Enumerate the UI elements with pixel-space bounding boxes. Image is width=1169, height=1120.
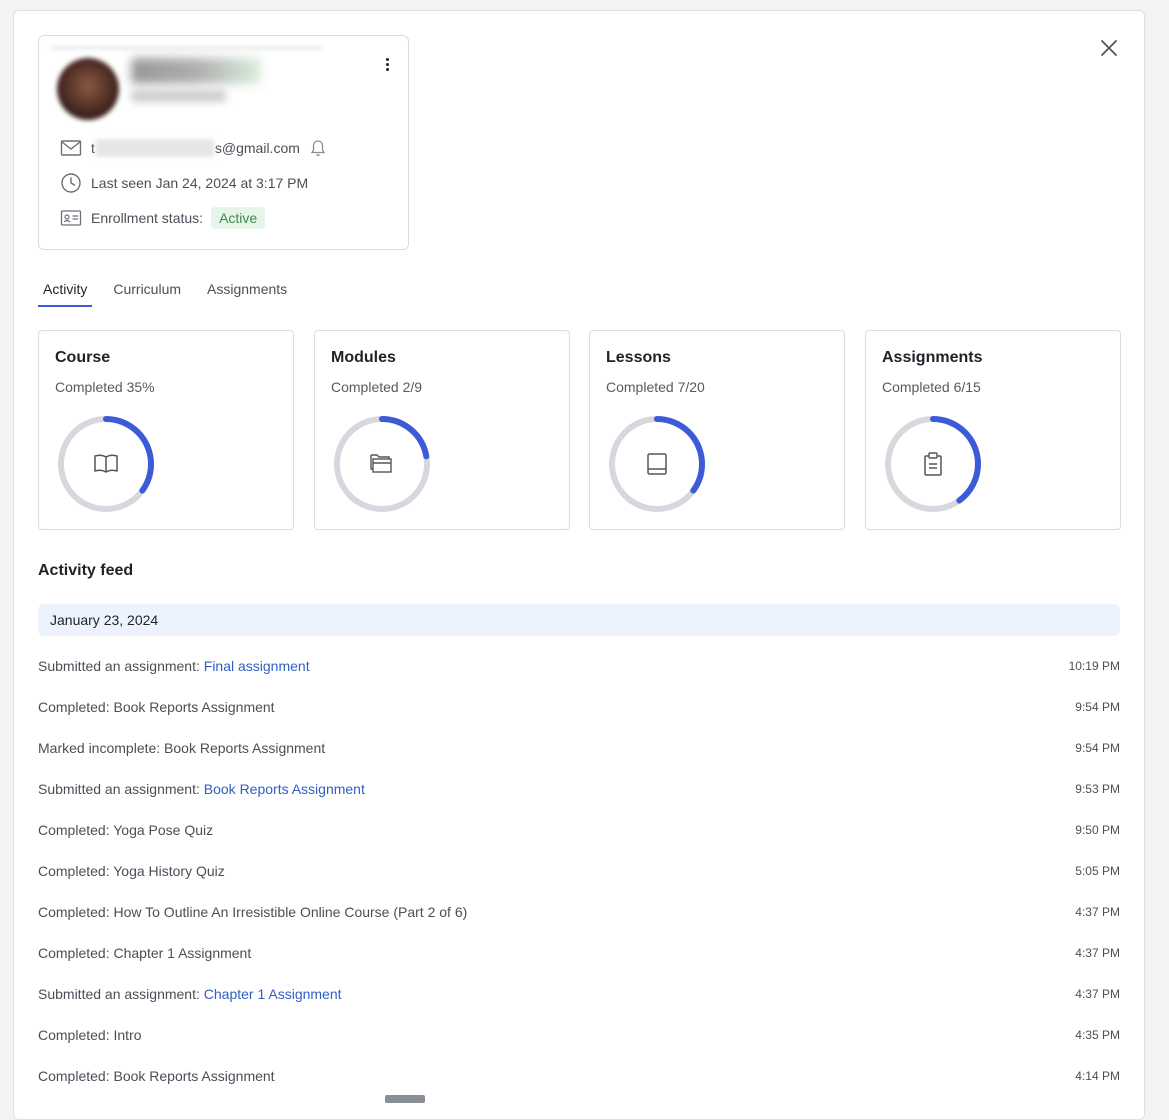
stat-subtitle: Completed 7/20 [606,379,705,395]
feed-item-link[interactable]: Book Reports Assignment [204,781,365,797]
enrollment-label: Enrollment status: [91,210,204,226]
feed-item: Submitted an assignment: Book Reports As… [38,768,1120,809]
activity-feed-title: Activity feed [38,562,134,579]
feed-item: Completed: Yoga Pose Quiz 9:50 PM [38,809,1120,850]
feed-item-time: 4:35 PM [1075,1027,1120,1042]
stat-card-lessons: Lessons Completed 7/20 [589,330,845,530]
feed-item-time: 9:53 PM [1075,781,1120,796]
stat-title: Modules [331,349,396,366]
feed-item: Completed: Book Reports Assignment 9:54 P… [38,686,1120,727]
feed-item: Submitted an assignment: Chapter 1 Assig… [38,973,1120,1014]
stat-card-course: Course Completed 35% [38,330,294,530]
student-detail-panel: t s@gmail.com Last seen Jan 24, 2024 at … [13,10,1145,1120]
feed-item-link[interactable]: Chapter 1 Assignment [204,986,342,1002]
status-badge: Active [211,207,266,229]
feed-item-text: Completed: Yoga History Quiz [38,862,225,879]
feed-item-time: 9:54 PM [1075,740,1120,755]
feed-item: Completed: Book Reports Assignment 4:14 P… [38,1055,1120,1096]
feed-item-time: 4:37 PM [1075,945,1120,960]
feed-item: Submitted an assignment: Final assignmen… [38,645,1120,686]
feed-item-time: 4:37 PM [1075,904,1120,919]
email-suffix: s@gmail.com [214,140,300,156]
feed-item-text: Submitted an assignment: Final assignmen… [38,657,310,674]
close-icon[interactable] [1098,37,1120,59]
feed-item-time: 9:54 PM [1075,699,1120,714]
feed-item-text: Completed: Book Reports Assignment [38,1067,275,1084]
feed-item-text: Completed: Yoga Pose Quiz [38,821,214,838]
stat-subtitle: Completed 2/9 [331,379,423,395]
book-open-icon [94,454,118,473]
stat-card-modules: Modules Completed 2/9 [314,330,570,530]
email-row: t s@gmail.com [59,136,326,160]
feed-item-text: Marked incomplete: Book Reports Assignme… [38,739,326,756]
activity-feed-list: Submitted an assignment: Final assignmen… [38,645,1120,1096]
redacted-name [131,58,261,84]
feed-item: Completed: Intro 4:35 PM [38,1014,1120,1055]
more-options-icon[interactable] [377,54,397,74]
mail-icon [59,136,83,160]
enrollment-row: Enrollment status: Active [59,206,266,230]
redacted-header [51,46,321,50]
progress-ring [885,416,981,512]
tab-curriculum[interactable]: Curriculum [108,279,186,307]
progress-ring [334,416,430,512]
bell-icon[interactable] [310,139,326,157]
id-card-icon [59,206,83,230]
feed-item-text: Completed: Intro [38,1026,142,1043]
redacted-subtitle [131,90,226,102]
stat-subtitle: Completed 35% [55,379,155,395]
feed-item-time: 10:19 PM [1068,658,1120,673]
last-seen-row: Last seen Jan 24, 2024 at 3:17 PM [59,171,308,195]
feed-item-time: 4:14 PM [1075,1068,1120,1083]
last-seen-text: Last seen Jan 24, 2024 at 3:17 PM [91,175,309,191]
book-icon [647,453,667,475]
progress-ring [609,416,705,512]
feed-date-header: January 23, 2024 [38,604,1120,636]
clipboard-icon [924,452,942,476]
feed-item-text: Completed: Book Reports Assignment [38,698,275,715]
folders-icon [370,454,392,473]
feed-item: Marked incomplete: Book Reports Assignme… [38,727,1120,768]
redacted-email [95,139,214,157]
feed-item: Completed: Chapter 1 Assignment 4:37 PM [38,932,1120,973]
profile-card: t s@gmail.com Last seen Jan 24, 2024 at … [38,35,409,250]
feed-item: Completed: Yoga History Quiz 5:05 PM [38,850,1120,891]
tab-activity[interactable]: Activity [38,279,93,307]
feed-item-text: Submitted an assignment: Book Reports As… [38,780,365,797]
stat-title: Lessons [606,349,671,366]
feed-item-time: 9:50 PM [1075,822,1120,837]
stat-title: Course [55,349,111,366]
feed-item-text: Completed: How To Outline An Irresistibl… [38,903,468,920]
tab-assignments[interactable]: Assignments [202,279,292,307]
feed-item-link[interactable]: Final assignment [204,658,310,674]
stat-subtitle: Completed 6/15 [882,379,981,395]
email-prefix: t [91,140,95,156]
feed-item-text: Submitted an assignment: Chapter 1 Assig… [38,985,342,1002]
avatar [57,58,119,120]
feed-item-time: 5:05 PM [1075,863,1120,878]
feed-item: Completed: How To Outline An Irresistibl… [38,891,1120,932]
clock-icon [59,171,83,195]
stat-card-assignments: Assignments Completed 6/15 [865,330,1121,530]
feed-item-text: Completed: Chapter 1 Assignment [38,944,252,961]
tab-bar: Activity Curriculum Assignments [38,279,308,309]
feed-item-time: 4:37 PM [1075,986,1120,1001]
scrollbar-thumb[interactable] [385,1095,425,1103]
stat-title: Assignments [882,349,983,366]
progress-ring [58,416,154,512]
